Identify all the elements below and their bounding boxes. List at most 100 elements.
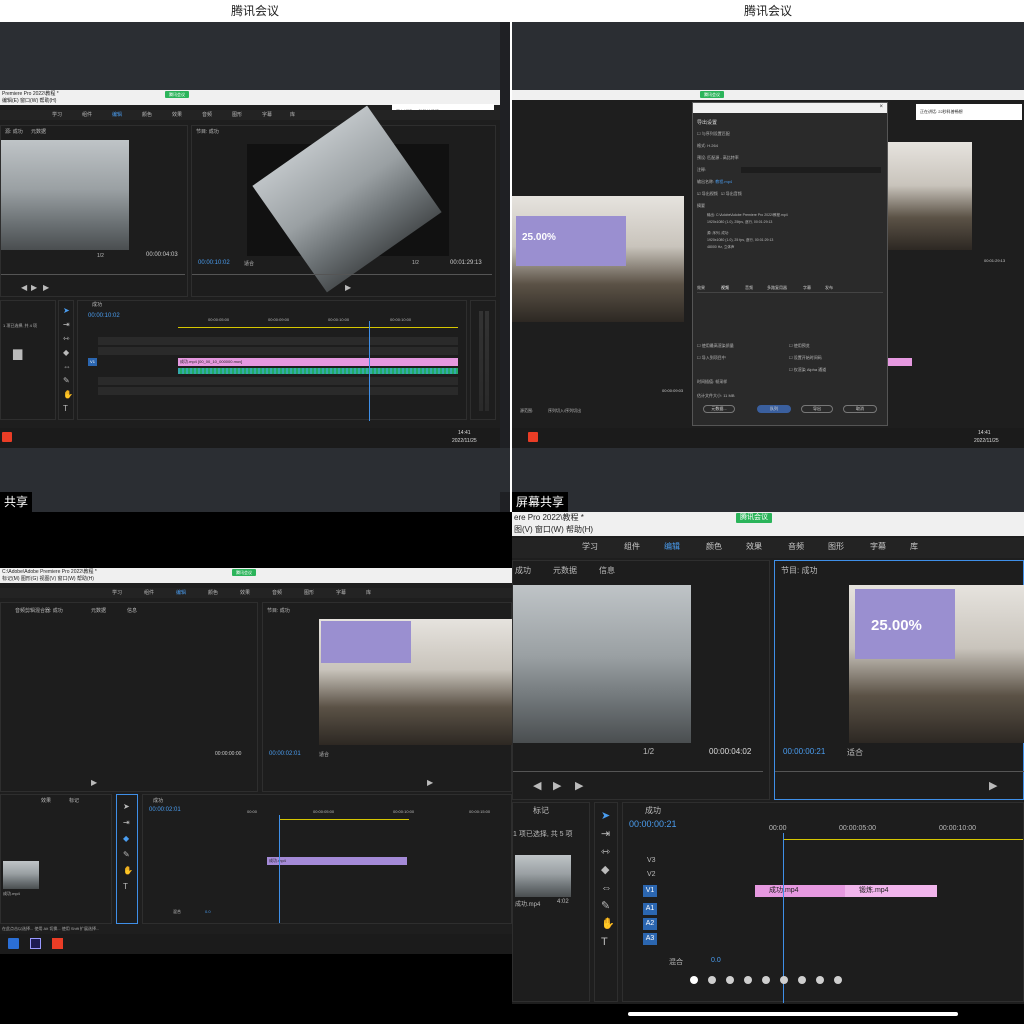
source-tab-4[interactable]: 成功	[515, 565, 531, 576]
sequence-tab-4[interactable]: 成功	[645, 805, 661, 816]
bin-thumbnail[interactable]	[3, 861, 39, 889]
page-dot[interactable]	[816, 976, 824, 984]
program-play-button[interactable]: ▶	[345, 284, 351, 292]
presentation-icon[interactable]	[52, 938, 63, 949]
effects-tab-3[interactable]: 效果	[41, 797, 51, 804]
ripple-edit-icon-4[interactable]: ⇿	[601, 847, 610, 858]
metadata-tab-3[interactable]: 元数据	[91, 607, 106, 614]
timeline-clip-4a[interactable]: 成功.mp4	[755, 885, 845, 897]
tab-audio[interactable]: 音频	[745, 285, 753, 291]
ws4-edit[interactable]: 编辑	[664, 542, 680, 552]
ripple-edit-icon[interactable]: ⇿	[63, 335, 70, 343]
bin-thumbnail-4[interactable]	[515, 855, 571, 897]
track-select-icon-3[interactable]: ⇥	[123, 819, 130, 827]
selection-tool-icon[interactable]: ➤	[63, 307, 70, 315]
ws-learn[interactable]: 学习	[52, 110, 62, 120]
type-icon-3[interactable]: T	[123, 883, 128, 891]
menu-bar-3[interactable]: 标记(M) 图形(G) 视图(V) 窗口(W) 帮助(H)	[0, 576, 512, 583]
selection-tool-icon-3[interactable]: ➤	[123, 803, 130, 811]
info-tab-4[interactable]: 信息	[599, 565, 615, 576]
page-dot[interactable]	[726, 976, 734, 984]
ws3-effects[interactable]: 效果	[240, 588, 250, 598]
comments-input[interactable]	[741, 167, 881, 173]
ws3-audio[interactable]: 音频	[272, 588, 282, 598]
track-v2-label[interactable]: V2	[647, 871, 656, 878]
program-tab-3[interactable]: 节目: 成功	[267, 607, 290, 614]
program-play-3[interactable]: ▶	[427, 779, 433, 787]
time-interp-select[interactable]: 帧采样	[715, 379, 727, 384]
export-button[interactable]: 导出	[801, 405, 833, 413]
ws4-library[interactable]: 库	[910, 542, 918, 552]
pen-icon[interactable]: ✎	[63, 377, 70, 385]
playhead[interactable]	[369, 321, 370, 421]
match-sequence-checkbox[interactable]: ☐ 与序列设置匹配	[697, 131, 883, 137]
ws-assemble[interactable]: 组件	[82, 110, 92, 120]
folder-icon[interactable]: ▆	[13, 347, 22, 359]
page-dot[interactable]	[708, 976, 716, 984]
source-range[interactable]: 序列切入/序列切出	[548, 408, 581, 414]
cancel-button[interactable]: 取消	[843, 405, 877, 413]
track-a2-label[interactable]: A2	[643, 918, 657, 930]
ws-edit[interactable]: 编辑	[112, 110, 122, 120]
razor-icon[interactable]: ◆	[63, 349, 69, 357]
hand-icon-3[interactable]: ✋	[123, 867, 133, 875]
track-v3-label[interactable]: V3	[647, 857, 656, 864]
ws3-color[interactable]: 颜色	[208, 588, 218, 598]
program-play-4[interactable]: ▶	[989, 781, 997, 792]
tab-multiplexer[interactable]: 多路复用器	[767, 285, 787, 291]
close-icon[interactable]: ×	[879, 104, 883, 110]
page-dot[interactable]	[744, 976, 752, 984]
playhead-3[interactable]	[279, 815, 280, 923]
timeline-clip[interactable]: 成功.mp4 [00_00_10_000000.mov]	[178, 358, 458, 366]
razor-icon-3[interactable]: ◆	[123, 835, 129, 843]
selection-tool-icon-4[interactable]: ➤	[601, 811, 610, 822]
ws4-captions[interactable]: 字幕	[870, 542, 886, 552]
program-scale[interactable]: 1/2	[412, 260, 419, 266]
tab-captions[interactable]: 字幕	[803, 285, 811, 291]
pen-icon-4[interactable]: ✎	[601, 901, 610, 912]
page-dot[interactable]	[798, 976, 806, 984]
audio-mixer-tab[interactable]: 音频剪辑混合器: 成功	[15, 607, 63, 614]
track-a3[interactable]	[98, 387, 458, 395]
track-select-icon[interactable]: ⇥	[63, 321, 70, 329]
output-name-link[interactable]: 教程.mp4	[715, 179, 732, 184]
step-forward-4[interactable]: ▶	[575, 781, 583, 792]
metadata-button[interactable]: 元数据...	[703, 405, 735, 413]
slip-icon-4[interactable]: ⇔	[601, 883, 612, 894]
source-scale-4[interactable]: 1/2	[643, 747, 654, 756]
track-a2[interactable]	[98, 377, 458, 385]
ws3-library[interactable]: 库	[366, 588, 371, 598]
ws3-assemble[interactable]: 组件	[144, 588, 154, 598]
premiere-icon[interactable]	[30, 938, 41, 949]
tab-effects[interactable]: 效果	[697, 285, 705, 291]
ws4-learn[interactable]: 学习	[582, 542, 598, 552]
track-select-icon-4[interactable]: ⇥	[601, 829, 610, 840]
info-tab-3[interactable]: 信息	[127, 607, 137, 614]
page-dot[interactable]	[762, 976, 770, 984]
program-tab[interactable]: 节目: 成功	[196, 128, 219, 135]
track-a1-label[interactable]: A1	[643, 903, 657, 915]
step-forward-icon[interactable]: ▶	[43, 284, 49, 292]
ws-color[interactable]: 颜色	[142, 110, 152, 120]
razor-icon-4[interactable]: ◆	[601, 865, 609, 876]
sequence-tab-3[interactable]: 成功	[153, 797, 163, 804]
track-v3[interactable]	[98, 337, 458, 345]
tab-publish[interactable]: 发布	[825, 285, 833, 291]
slip-icon[interactable]: ⇔	[63, 363, 71, 371]
metadata-tab[interactable]: 元数据	[31, 128, 46, 135]
format-select[interactable]: H.264	[707, 143, 718, 148]
metadata-tab-4[interactable]: 元数据	[553, 565, 577, 576]
step-back-4[interactable]: ◀	[533, 781, 541, 792]
export-audio-checkbox[interactable]: ☑ 导出音频	[721, 191, 742, 196]
program-fit-3[interactable]: 适合	[319, 751, 329, 758]
ws3-captions[interactable]: 字幕	[336, 588, 346, 598]
preset-select[interactable]: 匹配源 - 高比特率	[707, 155, 739, 160]
hand-icon-4[interactable]: ✋	[601, 919, 615, 930]
windows-icon[interactable]	[8, 938, 19, 949]
play-button-3[interactable]: ▶	[91, 779, 97, 787]
meeting-chip-2[interactable]: 腾讯会议	[700, 91, 724, 98]
v1-target[interactable]: V1	[88, 358, 97, 366]
export-video-checkbox[interactable]: ☑ 导出视频	[697, 191, 718, 196]
markers-tab-3[interactable]: 标记	[69, 797, 79, 804]
mix-value-3[interactable]: 0.0	[205, 909, 211, 914]
